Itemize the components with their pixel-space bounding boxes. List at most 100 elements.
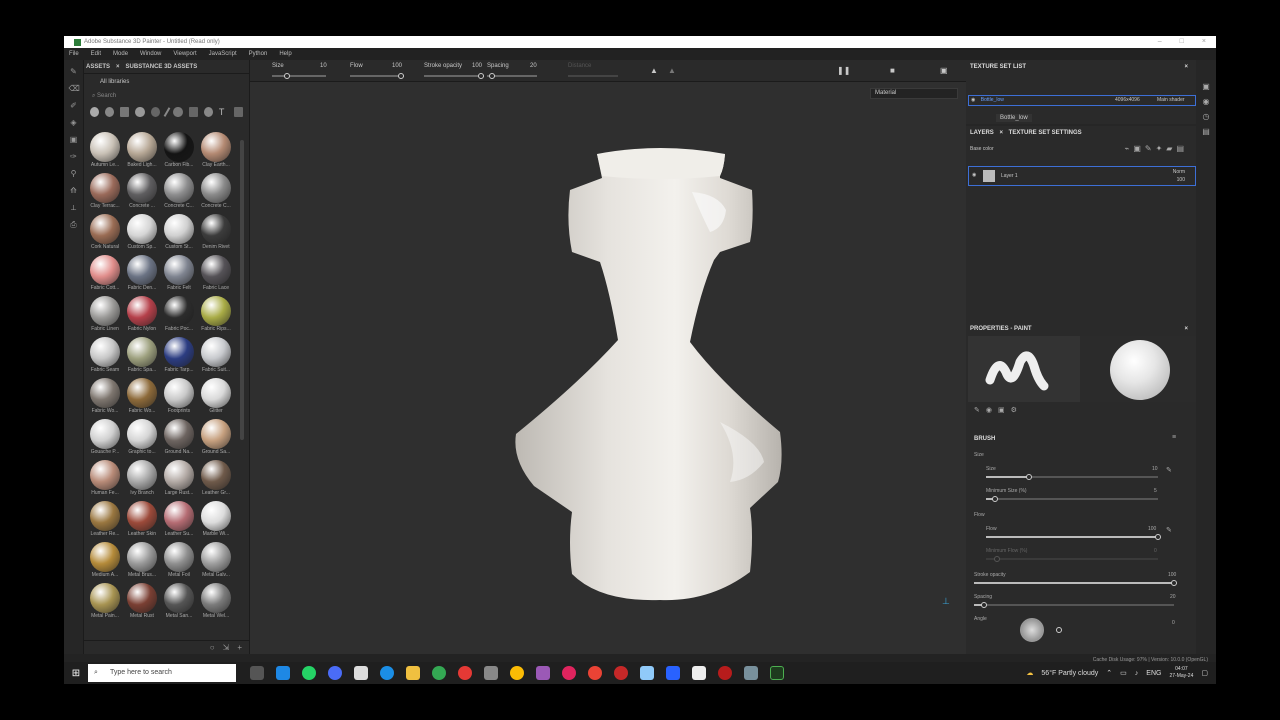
eye-icon[interactable]: ◉ bbox=[972, 172, 976, 178]
weather-text[interactable]: 56°F Partly cloudy bbox=[1041, 670, 1098, 677]
angle-dial[interactable] bbox=[1020, 618, 1044, 642]
material-tile[interactable]: Clay Terrac... bbox=[87, 173, 123, 211]
app-icon[interactable] bbox=[484, 666, 498, 680]
material-tile[interactable]: Marble Wi... bbox=[198, 501, 234, 539]
tab-assets[interactable]: ASSETS bbox=[86, 64, 110, 70]
filter-generator-icon[interactable] bbox=[150, 107, 160, 117]
toolbar-stroke-value[interactable]: 100 bbox=[472, 63, 482, 69]
app-icon[interactable] bbox=[562, 666, 576, 680]
flow-value[interactable]: 100 bbox=[1148, 526, 1156, 532]
material-tile[interactable]: Carbon Fib... bbox=[161, 132, 197, 170]
filter-all-icon[interactable] bbox=[90, 107, 100, 117]
export-icon[interactable]: ⎙ bbox=[69, 220, 79, 230]
history-icon[interactable]: ◷ bbox=[1196, 112, 1216, 121]
tab-texture-set-settings[interactable]: TEXTURE SET SETTINGS bbox=[1009, 130, 1082, 136]
picker-icon[interactable]: ⚲ bbox=[69, 169, 79, 179]
pause-icon[interactable]: ❚❚ bbox=[837, 66, 850, 75]
app-icon[interactable] bbox=[666, 666, 680, 680]
material-tile[interactable]: Large Rust... bbox=[161, 460, 197, 498]
menu-viewport[interactable]: Viewport bbox=[173, 51, 196, 57]
toolbar-spacing-slider[interactable] bbox=[487, 73, 537, 79]
flow-slider[interactable] bbox=[986, 534, 1161, 540]
menu-file[interactable]: File bbox=[69, 51, 79, 57]
notification-icon[interactable]: ▢ bbox=[1201, 669, 1208, 677]
folder-icon[interactable]: ▰ bbox=[1166, 144, 1176, 153]
geometry-fill-icon[interactable]: ◈ bbox=[69, 118, 79, 128]
spacing-slider[interactable] bbox=[974, 602, 1174, 608]
paint-brush-icon[interactable]: ✎ bbox=[69, 67, 79, 77]
material-tile[interactable]: Autumn Le... bbox=[87, 132, 123, 170]
material-tile[interactable]: Leather Skin bbox=[124, 501, 160, 539]
app-icon[interactable] bbox=[718, 666, 732, 680]
material-tile[interactable]: Metal Foil bbox=[161, 542, 197, 580]
app-icon[interactable] bbox=[640, 666, 654, 680]
layer-row[interactable]: ◉ Layer 1 Norm 100 bbox=[968, 166, 1196, 186]
material-tile[interactable]: Metal San... bbox=[161, 583, 197, 621]
filter-text-icon[interactable]: T bbox=[219, 107, 228, 117]
library-selector[interactable]: All libraries bbox=[84, 74, 249, 90]
material-tile[interactable]: Clay Earth... bbox=[198, 132, 234, 170]
toolbar-flow-slider[interactable] bbox=[350, 73, 404, 79]
toolbar-size-slider[interactable] bbox=[272, 73, 326, 79]
material-tile[interactable]: Leather Gr... bbox=[198, 460, 234, 498]
render-icon[interactable]: ▣ bbox=[940, 66, 948, 75]
material-tile[interactable]: Concrete C... bbox=[161, 173, 197, 211]
stroke-opacity-value[interactable]: 100 bbox=[1168, 572, 1176, 578]
bake-icon[interactable]: ⟰ bbox=[69, 186, 79, 196]
material-tile[interactable]: Custom Sp... bbox=[124, 214, 160, 252]
menu-icon[interactable]: ≡ bbox=[1172, 434, 1176, 441]
material-tile[interactable]: Fabric Seam bbox=[87, 337, 123, 375]
taskbar-search[interactable]: ⌕ Type here to search bbox=[88, 664, 236, 682]
import-icon[interactable]: ⇲ bbox=[223, 643, 230, 652]
toolbar-flow-value[interactable]: 100 bbox=[392, 63, 402, 69]
bottle-model[interactable] bbox=[250, 82, 966, 654]
material-tile[interactable]: Fabric Rips... bbox=[198, 296, 234, 334]
projection-icon[interactable]: ✐ bbox=[69, 101, 79, 111]
material-tile[interactable]: Metal Pain... bbox=[87, 583, 123, 621]
toolbar-distance-slider[interactable] bbox=[568, 75, 618, 77]
size-value[interactable]: 10 bbox=[1152, 466, 1158, 472]
material-tile[interactable]: Fabric Cott... bbox=[87, 255, 123, 293]
grid-view-icon[interactable] bbox=[233, 107, 244, 117]
layer-name[interactable]: Layer 1 bbox=[1001, 173, 1018, 179]
menu-help[interactable]: Help bbox=[279, 51, 291, 57]
add-fill-icon[interactable]: ▣ bbox=[1133, 144, 1145, 153]
material-tile[interactable]: Fabric Linen bbox=[87, 296, 123, 334]
layers-dock-icon[interactable]: ▣ bbox=[1196, 82, 1216, 91]
mask-icon[interactable]: ⌁ bbox=[1124, 144, 1133, 153]
texture-set-name[interactable]: Bottle_low bbox=[981, 97, 1004, 103]
material-tile[interactable]: Fabric Suit... bbox=[198, 337, 234, 375]
layer-opacity[interactable]: 100 bbox=[1177, 177, 1185, 183]
network-icon[interactable]: ▭ bbox=[1120, 669, 1127, 677]
weather-icon[interactable]: ☁ bbox=[1026, 669, 1033, 677]
menu-mode[interactable]: Mode bbox=[113, 51, 128, 57]
app-icon[interactable] bbox=[614, 666, 628, 680]
assets-search[interactable]: ⌕ Search bbox=[84, 90, 249, 103]
toolbar-stroke-slider[interactable] bbox=[424, 73, 484, 79]
material-tile[interactable]: Glitter bbox=[198, 378, 234, 416]
menu-python[interactable]: Python bbox=[249, 51, 268, 57]
filter-particle-icon[interactable] bbox=[173, 107, 183, 117]
smudge-icon[interactable]: ▣ bbox=[69, 135, 79, 145]
material-tile[interactable]: Gouache P... bbox=[87, 419, 123, 457]
add-effect-icon[interactable]: ✦ bbox=[1156, 144, 1167, 153]
edge-icon[interactable] bbox=[380, 666, 394, 680]
tab-close-icon[interactable]: × bbox=[116, 64, 120, 70]
material-tile[interactable]: Ivy Branch bbox=[124, 460, 160, 498]
app-icon[interactable] bbox=[536, 666, 550, 680]
texture-set-shader[interactable]: Main shader bbox=[1157, 96, 1185, 105]
taskbar-search-input[interactable]: Type here to search bbox=[110, 669, 172, 676]
material-tile[interactable]: Metal Rust bbox=[124, 583, 160, 621]
chrome-icon[interactable] bbox=[510, 666, 524, 680]
log-icon[interactable]: ▤ bbox=[1196, 127, 1216, 136]
material-tile[interactable]: Medium A... bbox=[87, 542, 123, 580]
menu-edit[interactable]: Edit bbox=[91, 51, 101, 57]
material-tile[interactable]: Metal Brus... bbox=[124, 542, 160, 580]
layer-blend-mode[interactable]: Norm bbox=[1173, 169, 1185, 175]
filter-mask-icon[interactable] bbox=[135, 107, 145, 117]
substance-painter-icon[interactable] bbox=[770, 666, 784, 680]
measure-icon[interactable]: ⟂ bbox=[69, 203, 79, 213]
viewport-3d[interactable]: Material ⊥ bbox=[250, 82, 966, 654]
material-tile[interactable]: Human Fe... bbox=[87, 460, 123, 498]
filter-smart-material-icon[interactable] bbox=[105, 107, 115, 117]
